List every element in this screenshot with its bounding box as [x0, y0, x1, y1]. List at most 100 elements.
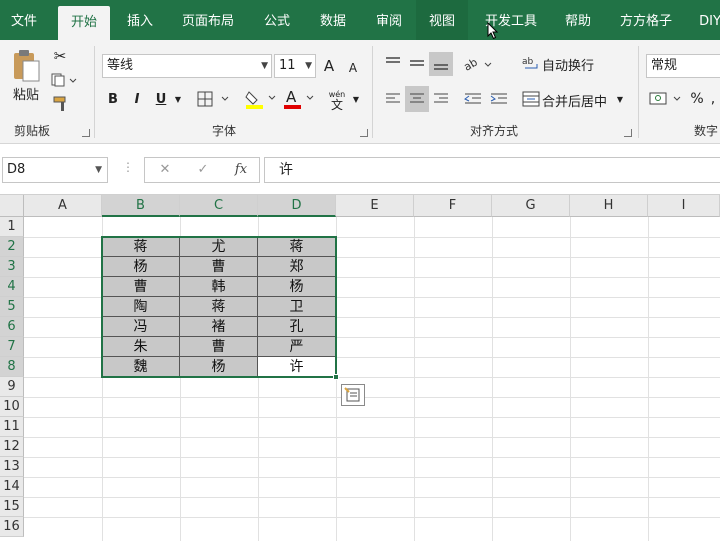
cell-d5[interactable]: 卫 [258, 297, 336, 317]
row-header[interactable]: 5 [0, 297, 24, 317]
number-format-select[interactable]: 常规 [646, 54, 720, 78]
align-right-icon[interactable] [430, 88, 452, 110]
cell-c5[interactable]: 蒋 [180, 297, 258, 317]
wrap-text-icon[interactable]: ab [520, 52, 542, 74]
cell-c4[interactable]: 韩 [180, 277, 258, 297]
tab-fangfanggezi[interactable]: 方方格子 [610, 0, 682, 40]
fill-handle[interactable] [333, 374, 339, 380]
tab-file[interactable]: 文件 [0, 0, 48, 40]
cell-b7[interactable]: 朱 [102, 337, 180, 357]
row-header[interactable]: 16 [0, 517, 24, 537]
cell-d3[interactable]: 郑 [258, 257, 336, 277]
row-header[interactable]: 2 [0, 237, 24, 257]
align-top-icon[interactable] [382, 52, 404, 74]
cell-d8-active[interactable]: 许 [258, 357, 336, 377]
row-header[interactable]: 7 [0, 337, 24, 357]
formula-bar-grip-icon[interactable]: ⋮ [122, 160, 134, 180]
row-header[interactable]: 6 [0, 317, 24, 337]
cell-d7[interactable]: 严 [258, 337, 336, 357]
font-size-select[interactable]: 11 ▼ [274, 54, 316, 78]
insert-function-button[interactable]: fx [223, 158, 259, 182]
merge-center-icon[interactable] [520, 88, 542, 110]
increase-indent-icon[interactable] [488, 88, 510, 110]
fill-color-icon[interactable] [244, 86, 278, 112]
paste-icon[interactable] [8, 48, 44, 84]
cell-b2[interactable]: 蒋 [102, 237, 180, 257]
borders-icon[interactable] [196, 88, 232, 110]
wrap-text-button[interactable]: 自动换行 [542, 54, 594, 74]
underline-button[interactable]: U [152, 88, 170, 110]
row-header[interactable]: 13 [0, 457, 24, 477]
paste-button[interactable]: 粘贴 [4, 84, 48, 103]
align-left-icon[interactable] [382, 88, 404, 110]
row-header[interactable]: 9 [0, 377, 24, 397]
cell-b8[interactable]: 魏 [102, 357, 180, 377]
merge-center-button[interactable]: 合并后居中 [542, 90, 607, 110]
formula-input[interactable]: 许 [264, 157, 720, 183]
orientation-icon[interactable]: ab [462, 52, 494, 76]
quick-analysis-button[interactable] [341, 384, 365, 406]
cell-d2[interactable]: 蒋 [258, 237, 336, 257]
cancel-edit-icon[interactable]: ✕ [147, 158, 183, 182]
copy-icon[interactable] [50, 70, 78, 90]
cell-d6[interactable]: 孔 [258, 317, 336, 337]
font-name-select[interactable]: 等线 ▼ [102, 54, 272, 78]
column-header[interactable]: C [180, 195, 258, 217]
tab-insert[interactable]: 插入 [114, 0, 166, 40]
increase-font-size-button[interactable]: A [320, 54, 338, 78]
comma-style-icon[interactable]: , [708, 88, 718, 110]
confirm-edit-icon[interactable]: ✓ [185, 158, 221, 182]
column-header[interactable]: E [336, 195, 414, 217]
row-header[interactable]: 3 [0, 257, 24, 277]
column-header[interactable]: D [258, 195, 336, 217]
format-painter-icon[interactable] [50, 94, 72, 114]
decrease-font-size-button[interactable]: A [344, 56, 362, 80]
decrease-indent-icon[interactable] [462, 88, 484, 110]
align-middle-icon[interactable] [406, 52, 428, 74]
row-header[interactable]: 15 [0, 497, 24, 517]
column-header[interactable]: H [570, 195, 648, 217]
row-header[interactable]: 14 [0, 477, 24, 497]
tab-home[interactable]: 开始 [58, 6, 110, 40]
alignment-launcher-icon[interactable] [624, 129, 632, 137]
chevron-down-icon[interactable]: ▼ [350, 90, 362, 108]
cell-c7[interactable]: 曹 [180, 337, 258, 357]
row-header[interactable]: 8 [0, 357, 24, 377]
column-header[interactable]: I [648, 195, 720, 217]
name-box[interactable]: D8 ▼ [2, 157, 108, 183]
row-header[interactable]: 4 [0, 277, 24, 297]
column-header[interactable]: G [492, 195, 570, 217]
percent-button[interactable]: % [688, 88, 706, 110]
cell-c6[interactable]: 褚 [180, 317, 258, 337]
column-header[interactable]: F [414, 195, 492, 217]
tab-diy[interactable]: DIY [690, 0, 720, 40]
tab-formulas[interactable]: 公式 [252, 0, 302, 40]
tab-page-layout[interactable]: 页面布局 [172, 0, 244, 40]
column-header[interactable]: B [102, 195, 180, 217]
tab-review[interactable]: 审阅 [364, 0, 414, 40]
row-header[interactable]: 11 [0, 417, 24, 437]
align-center-icon[interactable] [405, 86, 429, 112]
cell-c3[interactable]: 曹 [180, 257, 258, 277]
currency-format-icon[interactable] [648, 88, 686, 110]
tab-view[interactable]: 视图 [416, 0, 468, 40]
spreadsheet-grid[interactable]: A B C D E F G H I 1 2 3 4 5 6 7 8 9 10 1… [0, 194, 720, 541]
row-header[interactable]: 10 [0, 397, 24, 417]
phonetic-guide-button[interactable]: wén 文 [326, 88, 348, 112]
column-header[interactable]: A [24, 195, 102, 217]
font-launcher-icon[interactable] [360, 129, 368, 137]
italic-button[interactable]: I [128, 88, 146, 110]
cell-c2[interactable]: 尤 [180, 237, 258, 257]
cell-d4[interactable]: 杨 [258, 277, 336, 297]
cell-b6[interactable]: 冯 [102, 317, 180, 337]
chevron-down-icon[interactable]: ▼ [172, 90, 184, 108]
cell-b5[interactable]: 陶 [102, 297, 180, 317]
align-bottom-icon[interactable] [429, 52, 453, 76]
clipboard-launcher-icon[interactable] [82, 129, 90, 137]
font-color-icon[interactable]: A [282, 86, 316, 112]
row-header[interactable]: 12 [0, 437, 24, 457]
tab-help[interactable]: 帮助 [554, 0, 602, 40]
cell-b3[interactable]: 杨 [102, 257, 180, 277]
row-header[interactable]: 1 [0, 217, 24, 237]
cell-b4[interactable]: 曹 [102, 277, 180, 297]
